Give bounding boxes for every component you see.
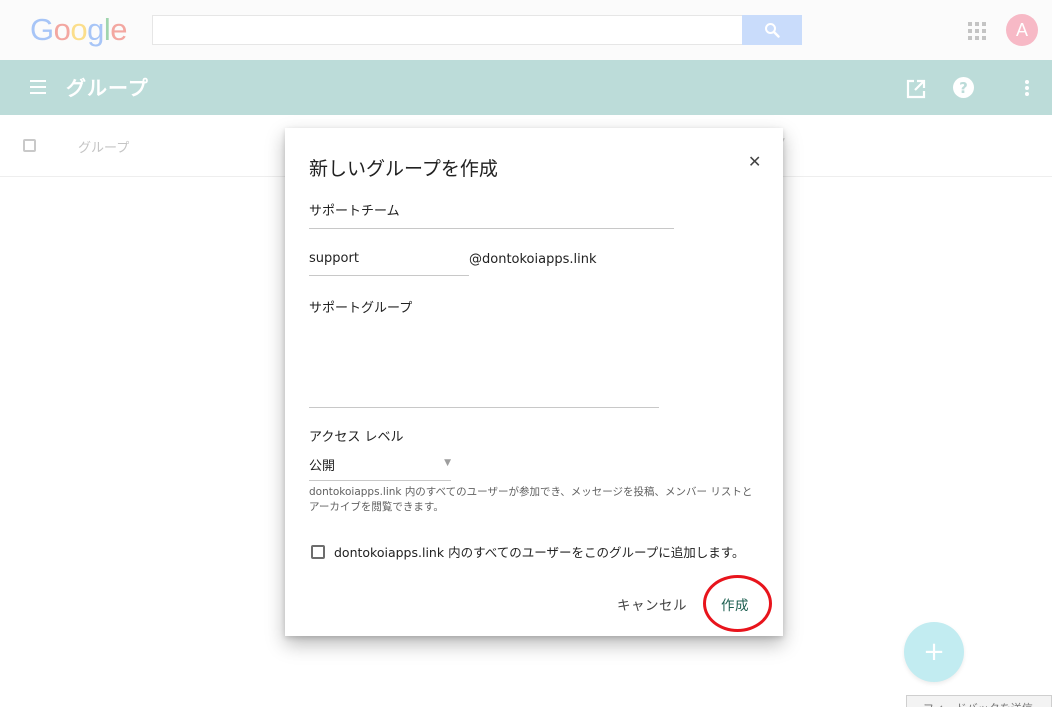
avatar[interactable]: A: [1006, 14, 1038, 46]
logo-letter: g: [87, 12, 104, 47]
logo-letter: e: [110, 12, 128, 47]
hamburger-menu-icon[interactable]: [30, 80, 46, 94]
logo-letter: o: [53, 12, 71, 47]
group-description-field[interactable]: サポートグループ: [309, 297, 659, 408]
column-header-group[interactable]: グループ: [78, 137, 129, 156]
access-level-select[interactable]: 公開 ▼: [309, 455, 451, 481]
add-all-users-checkbox[interactable]: [311, 544, 325, 559]
feedback-button[interactable]: フィードバックを送信: [906, 695, 1052, 707]
group-email-field[interactable]: support: [309, 251, 469, 276]
add-group-fab[interactable]: +: [904, 622, 964, 682]
create-group-dialog: 新しいグループを作成 ✕ サポートチーム support @dontokoiap…: [285, 128, 783, 636]
help-icon[interactable]: ?: [953, 77, 974, 98]
dialog-title: 新しいグループを作成: [309, 158, 498, 180]
highlight-circle-annotation: [703, 575, 772, 632]
search-icon: [765, 23, 780, 38]
search-input[interactable]: [152, 15, 742, 45]
cancel-button[interactable]: キャンセル: [617, 594, 687, 614]
search-button[interactable]: [742, 15, 802, 45]
more-vert-icon[interactable]: [1025, 80, 1029, 96]
close-icon[interactable]: ✕: [748, 152, 761, 171]
access-level-value: 公開: [309, 459, 336, 474]
google-logo[interactable]: Google: [30, 12, 128, 48]
plus-icon: +: [923, 637, 945, 667]
page-title: グループ: [66, 76, 149, 100]
app-bar: グループ: [0, 60, 1052, 115]
open-in-new-icon[interactable]: [906, 79, 926, 99]
apps-grid-icon[interactable]: [968, 22, 986, 40]
logo-letter: o: [70, 12, 88, 47]
add-all-users-label[interactable]: dontokoiapps.link 内のすべてのユーザーをこのグループに追加しま…: [334, 542, 744, 561]
dropdown-caret-icon: ▼: [444, 458, 451, 468]
add-all-users-row[interactable]: dontokoiapps.link 内のすべてのユーザーをこのグループに追加しま…: [311, 542, 744, 561]
access-level-helper-text: dontokoiapps.link 内のすべてのユーザーが参加でき、メッセージを…: [309, 486, 753, 513]
google-bar: Google A: [0, 0, 1052, 60]
access-level-label: アクセス レベル: [309, 430, 404, 445]
email-domain-suffix: @dontokoiapps.link: [469, 252, 597, 267]
group-name-field[interactable]: サポートチーム: [309, 200, 674, 229]
logo-letter: G: [30, 12, 54, 47]
select-all-checkbox[interactable]: [23, 139, 36, 152]
